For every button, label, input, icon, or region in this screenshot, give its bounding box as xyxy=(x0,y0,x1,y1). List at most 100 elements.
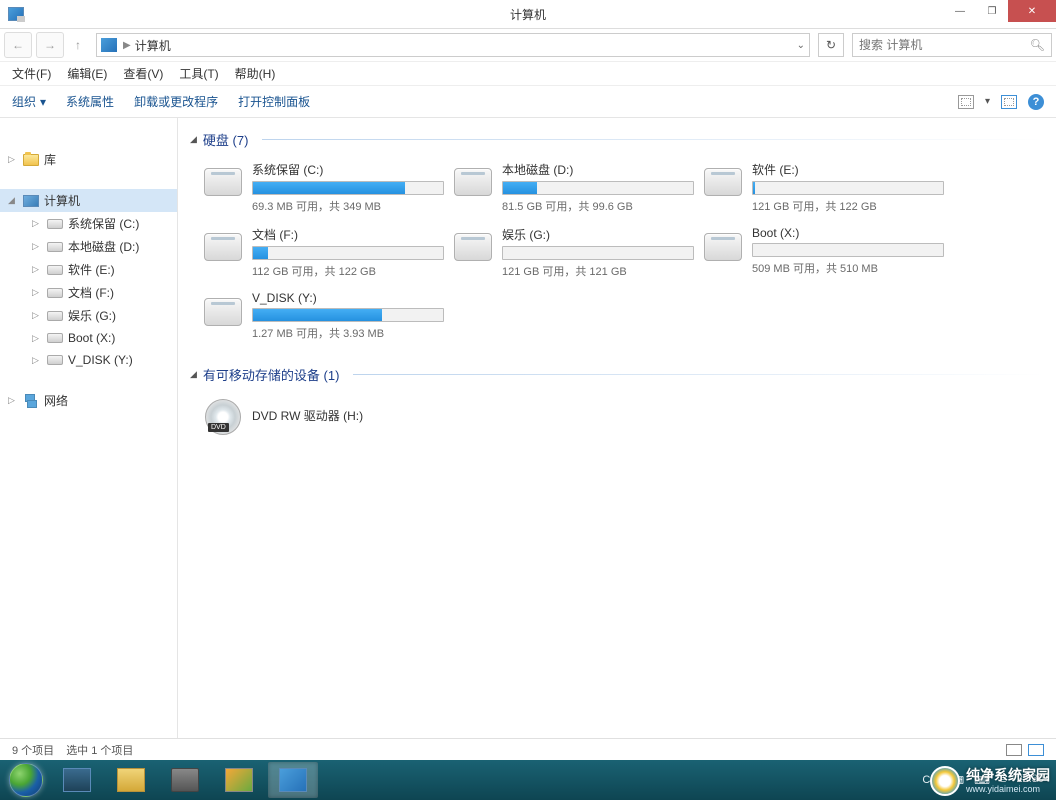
drive-icon xyxy=(47,219,63,229)
sidebar-network[interactable]: ▷ 网络 xyxy=(0,389,177,412)
up-button[interactable]: ↑ xyxy=(68,32,88,58)
explorer-icon xyxy=(117,768,145,792)
organize-button[interactable]: 组织 ▾ xyxy=(12,93,46,110)
watermark-url: www.yidaimei.com xyxy=(966,784,1050,794)
drive-item[interactable]: 娱乐 (G:)121 GB 可用，共 121 GB xyxy=(448,222,698,283)
drive-usage-bar xyxy=(252,308,444,322)
sidebar-drive[interactable]: ▷ 娱乐 (G:) xyxy=(0,304,177,327)
taskbar-hardware[interactable] xyxy=(160,762,210,798)
drive-icon xyxy=(47,265,63,275)
hdd-icon xyxy=(204,233,242,261)
control-panel-button[interactable]: 打开控制面板 xyxy=(238,93,310,110)
disclose-icon[interactable]: ▷ xyxy=(32,241,42,252)
back-button[interactable]: ← xyxy=(4,32,32,58)
sidebar-drive[interactable]: ▷本地磁盘 (D:) xyxy=(0,235,177,258)
tiles-view-button[interactable] xyxy=(1028,744,1044,756)
drive-name: 文档 (F:) xyxy=(252,226,444,243)
drive-item[interactable]: 本地磁盘 (D:)81.5 GB 可用，共 99.6 GB xyxy=(448,157,698,218)
disclose-icon[interactable]: ◢ xyxy=(190,134,197,145)
drive-item[interactable]: 文档 (F:)112 GB 可用，共 122 GB xyxy=(198,222,448,283)
start-button[interactable] xyxy=(2,760,50,800)
sidebar-computer[interactable]: ◢ 计算机 xyxy=(0,189,177,212)
view-dropdown[interactable]: ▾ xyxy=(985,96,990,107)
hdd-icon xyxy=(204,168,242,196)
sidebar-drive[interactable]: ▷文档 (F:) xyxy=(0,281,177,304)
taskbar-explorer[interactable] xyxy=(106,762,156,798)
close-button[interactable]: ✕ xyxy=(1008,0,1056,22)
view-options-button[interactable] xyxy=(957,94,975,110)
search-input[interactable] xyxy=(859,38,1030,52)
disclose-icon[interactable]: ▷ xyxy=(32,264,42,275)
window-title: 计算机 xyxy=(510,6,546,23)
address-dropdown[interactable]: ⌄ xyxy=(797,40,805,51)
disclose-icon[interactable]: ▷ xyxy=(32,218,42,229)
drive-icon xyxy=(47,311,63,321)
group-divider xyxy=(353,374,1044,375)
group-header-removable[interactable]: ◢ 有可移动存储的设备 (1) xyxy=(190,361,1044,392)
taskbar-desktop[interactable] xyxy=(52,762,102,798)
drive-item[interactable]: Boot (X:)509 MB 可用，共 510 MB xyxy=(698,222,948,283)
drive-status: 1.27 MB 可用，共 3.93 MB xyxy=(252,325,444,341)
libraries-icon xyxy=(23,154,39,166)
statusbar: 9 个项目 选中 1 个项目 xyxy=(0,738,1056,760)
details-view-button[interactable] xyxy=(1006,744,1022,756)
uninstall-button[interactable]: 卸载或更改程序 xyxy=(134,93,218,110)
search-icon[interactable]: 🔍︎ xyxy=(1030,38,1045,52)
taskbar-imaging[interactable] xyxy=(214,762,264,798)
watermark: 纯净系统家园 www.yidaimei.com xyxy=(930,766,1050,796)
address-bar[interactable]: ▶ 计算机 ⌄ xyxy=(96,33,810,57)
disclose-icon[interactable]: ◢ xyxy=(8,195,18,206)
disclose-icon[interactable]: ▷ xyxy=(8,395,18,406)
sidebar-drive[interactable]: ▷ V_DISK (Y:) xyxy=(0,349,177,371)
drive-item[interactable]: 系统保留 (C:)69.3 MB 可用，共 349 MB xyxy=(198,157,448,218)
disclose-icon[interactable]: ◢ xyxy=(190,369,197,380)
taskbar-computer[interactable] xyxy=(268,762,318,798)
drive-status: 509 MB 可用，共 510 MB xyxy=(752,260,944,276)
toolbar-right: ▾ ? xyxy=(957,94,1044,110)
sidebar-libraries[interactable]: ▷ 库 xyxy=(0,148,177,171)
menu-file[interactable]: 文件(F) xyxy=(12,65,51,82)
maximize-button[interactable]: ❐ xyxy=(976,0,1008,22)
address-text: 计算机 xyxy=(135,37,793,54)
help-button[interactable]: ? xyxy=(1028,94,1044,110)
minimize-button[interactable]: — xyxy=(944,0,976,22)
disclose-icon[interactable]: ▷ xyxy=(32,333,42,344)
disclose-icon[interactable]: ▷ xyxy=(32,287,42,298)
menu-edit[interactable]: 编辑(E) xyxy=(67,65,107,82)
watermark-text: 纯净系统家园 xyxy=(966,768,1050,783)
drive-name: 本地磁盘 (D:) xyxy=(502,161,694,178)
sidebar-drive[interactable]: ▷ 系统保留 (C:) xyxy=(0,212,177,235)
hdd-grid: 系统保留 (C:)69.3 MB 可用，共 349 MB本地磁盘 (D:)81.… xyxy=(190,157,1044,349)
drive-item[interactable]: 软件 (E:)121 GB 可用，共 122 GB xyxy=(698,157,948,218)
window-controls: — ❐ ✕ xyxy=(944,0,1056,22)
menu-help[interactable]: 帮助(H) xyxy=(235,65,276,82)
group-header-hdd[interactable]: ◢ 硬盘 (7) xyxy=(190,126,1044,157)
address-separator: ▶ xyxy=(123,40,131,51)
drive-usage-bar xyxy=(502,246,694,260)
disclose-icon[interactable]: ▷ xyxy=(32,355,42,366)
removable-item[interactable]: DVD RW 驱动器 (H:) xyxy=(198,392,448,442)
sidebar-drive[interactable]: ▷软件 (E:) xyxy=(0,258,177,281)
drive-usage-bar xyxy=(502,181,694,195)
drive-name: 娱乐 (G:) xyxy=(502,226,694,243)
drive-item[interactable]: V_DISK (Y:)1.27 MB 可用，共 3.93 MB xyxy=(198,287,448,345)
disclose-icon[interactable]: ▷ xyxy=(32,310,42,321)
hdd-icon xyxy=(704,233,742,261)
sidebar-label: 计算机 xyxy=(44,192,80,209)
refresh-button[interactable]: ↻ xyxy=(818,33,844,57)
sidebar: ▷ 库 ◢ 计算机 ▷ 系统保留 (C:) ▷本地磁盘 (D:)▷软件 (E:)▷文… xyxy=(0,118,178,738)
forward-button[interactable]: → xyxy=(36,32,64,58)
preview-pane-button[interactable] xyxy=(1000,94,1018,110)
menu-tools[interactable]: 工具(T) xyxy=(179,65,218,82)
search-box[interactable]: 🔍︎ xyxy=(852,33,1052,57)
sidebar-drive[interactable]: ▷Boot (X:) xyxy=(0,327,177,349)
menu-view[interactable]: 查看(V) xyxy=(123,65,163,82)
sidebar-drive-label: V_DISK (Y:) xyxy=(68,353,133,367)
system-properties-button[interactable]: 系统属性 xyxy=(66,93,114,110)
sidebar-drive-label: 娱乐 (G:) xyxy=(68,307,116,324)
sidebar-drive-label: 系统保留 (C:) xyxy=(68,215,139,232)
drive-name: DVD RW 驱动器 (H:) xyxy=(252,407,363,424)
disclose-icon[interactable]: ▷ xyxy=(8,154,18,165)
network-icon xyxy=(23,394,39,408)
group-label: 有可移动存储的设备 (1) xyxy=(203,365,340,384)
